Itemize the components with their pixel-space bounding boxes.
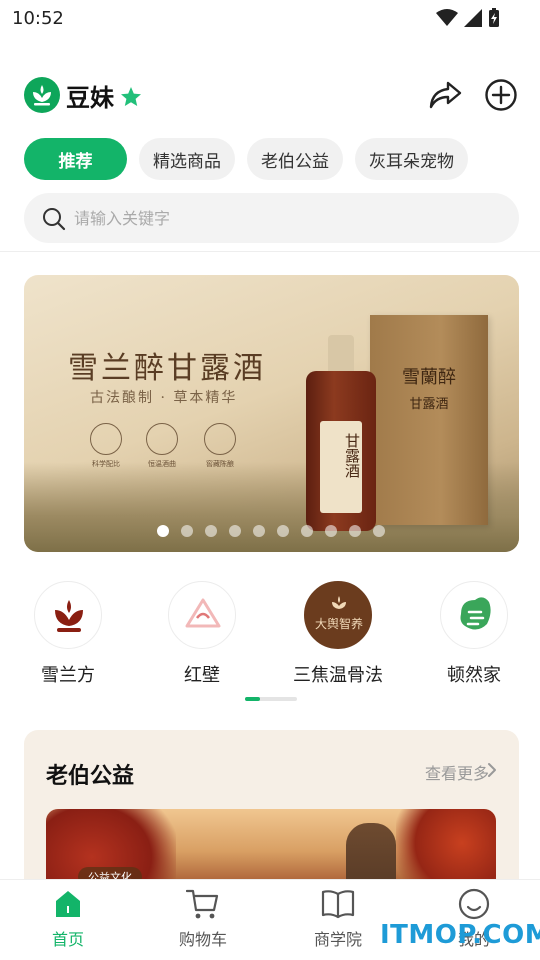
flask-icon <box>90 423 122 455</box>
carousel-dot[interactable] <box>373 525 385 537</box>
search-bar[interactable] <box>24 193 519 243</box>
status-time: 10:52 <box>12 8 64 29</box>
status-bar: 10:52 <box>0 0 540 38</box>
book-icon <box>288 888 388 920</box>
share-icon[interactable] <box>428 78 462 112</box>
banner-feature: 科学配比 <box>86 423 126 469</box>
tab-recommend[interactable]: 推荐 <box>24 138 127 180</box>
carousel-dot[interactable] <box>277 525 289 537</box>
verified-star-icon <box>121 87 141 106</box>
dunran-logo-icon <box>440 581 508 649</box>
banner-feature: 窖藏陈酿 <box>200 423 240 469</box>
divider <box>0 251 540 252</box>
brand-item-hongbi[interactable]: 红壁 <box>142 581 262 687</box>
banner-subtitle: 古法酿制 · 草本精华 <box>90 390 238 406</box>
tab-pets[interactable]: 灰耳朵宠物 <box>355 138 468 180</box>
carousel-dot[interactable] <box>301 525 313 537</box>
app-logo-icon <box>24 77 60 113</box>
promo-banner[interactable]: 雪兰醉甘露酒 古法酿制 · 草本精华 科学配比 恒温酒曲 窖藏陈酿 雪蘭醉 甘露… <box>24 275 519 552</box>
profile-icon <box>424 888 524 920</box>
carousel-dot[interactable] <box>181 525 193 537</box>
product-bottle: 甘露酒 <box>306 335 376 531</box>
steam-icon <box>146 423 178 455</box>
brand-item-xuelanfang[interactable]: 雪兰方 <box>8 581 128 687</box>
tab-charity[interactable]: 老伯公益 <box>247 138 343 180</box>
carousel-dot[interactable] <box>229 525 241 537</box>
banner-feature: 恒温酒曲 <box>142 423 182 469</box>
charity-title: 老伯公益 <box>46 764 135 789</box>
product-box: 雪蘭醉 甘露酒 <box>370 315 488 525</box>
app-name: 豆妹 <box>66 84 114 112</box>
home-icon <box>18 888 118 920</box>
watermark: ITMOP.COM <box>380 920 540 950</box>
banner-title: 雪兰醉甘露酒 <box>68 351 266 386</box>
carousel-dot[interactable] <box>205 525 217 537</box>
carousel-dots <box>157 525 385 537</box>
brand-item-sanjiao[interactable]: 大舆智养 三焦温骨法 <box>278 581 398 687</box>
lotus-icon <box>34 581 102 649</box>
add-circle-icon[interactable] <box>484 78 518 112</box>
brand-list: 雪兰方 红壁 大舆智养 三焦温骨法 顿然家 <box>0 581 540 691</box>
view-more-link[interactable]: 查看更多 <box>425 760 489 784</box>
svg-text:大舆智养: 大舆智养 <box>315 616 363 631</box>
battery-icon <box>489 8 499 27</box>
nav-cart[interactable]: 购物车 <box>153 888 253 950</box>
carousel-dot[interactable] <box>157 525 169 537</box>
brand-scroll-indicator <box>245 697 297 701</box>
signal-icon <box>464 9 482 27</box>
carousel-dot[interactable] <box>253 525 265 537</box>
wifi-icon <box>436 9 458 26</box>
tab-featured-products[interactable]: 精选商品 <box>139 138 235 180</box>
search-icon <box>43 208 66 231</box>
red-wall-logo-icon <box>168 581 236 649</box>
carousel-dot[interactable] <box>349 525 361 537</box>
cart-icon <box>153 888 253 920</box>
jar-icon <box>204 423 236 455</box>
brand-item-dunranjia[interactable]: 顿然家 <box>414 581 534 687</box>
carousel-dot[interactable] <box>325 525 337 537</box>
search-input[interactable] <box>74 193 494 243</box>
chevron-right-icon[interactable] <box>487 762 497 778</box>
nav-academy[interactable]: 商学院 <box>288 888 388 950</box>
nav-home[interactable]: 首页 <box>18 888 118 950</box>
category-tabs: 推荐 精选商品 老伯公益 灰耳朵宠物 <box>24 138 468 180</box>
sanjiao-logo-icon: 大舆智养 <box>304 581 372 649</box>
status-icons <box>436 8 500 28</box>
header: 豆妹 <box>24 74 518 116</box>
